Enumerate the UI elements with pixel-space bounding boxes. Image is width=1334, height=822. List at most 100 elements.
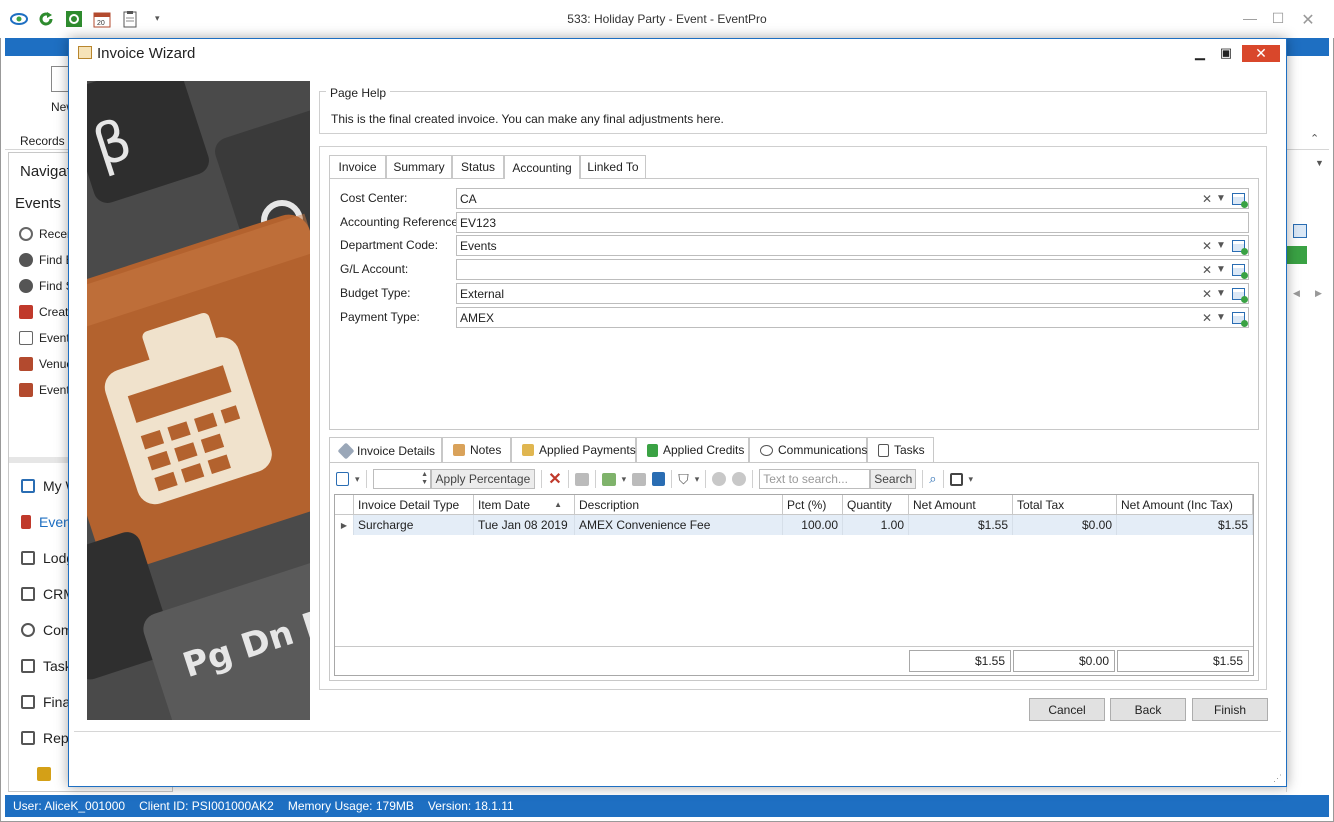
lookup-icon[interactable] (1293, 224, 1307, 238)
lookup-button[interactable] (1228, 260, 1248, 279)
dialog-close-button[interactable]: ✕ (1242, 45, 1280, 62)
cancel-button[interactable]: Cancel (1029, 698, 1105, 721)
copy-icon[interactable] (601, 472, 616, 486)
percentage-spinner[interactable]: ▲ ▼ (372, 469, 431, 489)
cell-net-amount[interactable]: $1.55 (909, 515, 1013, 535)
col-invoice-detail-type[interactable]: Invoice Detail Type (354, 495, 474, 515)
cell-description[interactable]: AMEX Convenience Fee (575, 515, 783, 535)
col-item-date[interactable]: Item Date ▲ (474, 495, 575, 515)
chevron-down-icon[interactable]: ▼ (1214, 240, 1228, 251)
cell-detail-type[interactable]: Surcharge (354, 515, 474, 535)
col-quantity[interactable]: Quantity (843, 495, 909, 515)
scroll-left-icon[interactable]: ◀ (1293, 288, 1300, 299)
search-input[interactable]: Text to search... (759, 469, 871, 489)
minimize-icon[interactable]: — (1240, 10, 1260, 28)
delete-icon[interactable]: ✕ (548, 469, 561, 489)
print-icon[interactable] (574, 472, 589, 486)
spinner-arrows-icon[interactable]: ▲ ▼ (420, 471, 430, 487)
col-pct[interactable]: Pct (%) (783, 495, 843, 515)
scroll-right-icon[interactable]: ▶ (1315, 288, 1322, 299)
module-financial[interactable]: Fina (21, 689, 70, 715)
tab-notes[interactable]: Notes (442, 437, 511, 462)
col-description[interactable]: Description (575, 495, 783, 515)
dropdown-icon[interactable]: ▼ (1315, 158, 1324, 168)
tab-applied-credits[interactable]: Applied Credits (636, 437, 749, 462)
back-button[interactable]: Back (1110, 698, 1186, 721)
cell-pct[interactable]: 100.00 (783, 515, 843, 535)
clear-icon[interactable]: ✕ (1200, 263, 1214, 277)
tab-invoice-details[interactable]: Invoice Details (329, 437, 442, 463)
budget-type-field[interactable]: External ✕ ▼ (456, 283, 1249, 304)
close-icon[interactable]: ✕ (1298, 10, 1318, 29)
nav-item-create[interactable]: Create (19, 301, 75, 323)
nav-item-event-calendar[interactable]: Event (19, 379, 70, 401)
dialog-maximize-icon[interactable]: ▣ (1216, 45, 1236, 61)
clear-icon[interactable]: ✕ (1200, 311, 1214, 325)
chevron-down-icon[interactable]: ▼ (1214, 193, 1228, 204)
module-tasks[interactable]: Task (21, 653, 72, 679)
tab-linked-to[interactable]: Linked To (580, 155, 646, 178)
col-net-amount-inc-tax[interactable]: Net Amount (Inc Tax) (1117, 495, 1253, 515)
chevron-down-icon[interactable]: ▼ (1214, 264, 1228, 275)
dialog-minimize-icon[interactable]: ▁ (1190, 45, 1210, 61)
tab-tasks[interactable]: Tasks (867, 437, 934, 462)
tab-status[interactable]: Status (452, 155, 504, 178)
module-crm[interactable]: CRM (21, 581, 75, 607)
tab-accounting[interactable]: Accounting (504, 155, 580, 179)
chevron-down-icon[interactable]: ▼ (1214, 312, 1228, 323)
table-row[interactable]: ▶ Surcharge Tue Jan 08 2019 AMEX Conveni… (335, 515, 1253, 535)
move-up-icon[interactable] (712, 472, 727, 486)
move-icon[interactable] (632, 472, 647, 486)
info-icon[interactable] (652, 472, 666, 486)
cell-item-date[interactable]: Tue Jan 08 2019 (474, 515, 575, 535)
chevron-down-icon[interactable]: ▾ (622, 474, 627, 485)
col-net-amount[interactable]: Net Amount (909, 495, 1013, 515)
toolbar-separator (541, 470, 543, 488)
chevron-down-icon[interactable]: ▾ (695, 474, 700, 485)
payment-type-field[interactable]: AMEX ✕ ▼ (456, 307, 1249, 328)
tab-invoice[interactable]: Invoice (329, 155, 386, 178)
module-communications[interactable]: Com (21, 617, 73, 643)
lookup-button[interactable] (1228, 236, 1248, 255)
col-total-tax[interactable]: Total Tax (1013, 495, 1117, 515)
collapse-ribbon-icon[interactable]: ⌃ (1310, 132, 1319, 145)
module-lodging[interactable]: Lodg (21, 545, 74, 571)
new-item-icon[interactable] (336, 472, 349, 486)
clear-icon[interactable]: ✕ (1200, 239, 1214, 253)
configure-icon[interactable] (37, 767, 51, 781)
tab-communications[interactable]: Communications (749, 437, 867, 462)
resize-grip-icon[interactable]: ⋰ (1273, 773, 1282, 784)
chevron-down-icon[interactable]: ▾ (355, 474, 360, 485)
clear-icon[interactable]: ✕ (1200, 192, 1214, 206)
nav-item-find-event[interactable]: Find E (19, 249, 74, 271)
chevron-down-icon[interactable]: ▾ (969, 474, 974, 485)
cell-net-amount-inc-tax[interactable]: $1.55 (1117, 515, 1253, 535)
clear-icon[interactable]: ✕ (1200, 287, 1214, 301)
filter-icon[interactable]: ⛉ (678, 471, 689, 488)
accounting-reference-field[interactable]: EV123 (456, 212, 1249, 233)
cost-center-field[interactable]: CA ✕ ▼ (456, 188, 1249, 209)
nav-item-event[interactable]: Event (19, 327, 70, 349)
search-button[interactable]: Search (870, 469, 917, 489)
tab-summary[interactable]: Summary (386, 155, 452, 178)
department-code-field[interactable]: Events ✕ ▼ (456, 235, 1249, 256)
apply-percentage-button[interactable]: Apply Percentage (430, 469, 536, 489)
move-down-icon[interactable] (732, 472, 747, 486)
save-icon[interactable] (949, 472, 963, 486)
lookup-button[interactable] (1228, 189, 1248, 208)
nav-item-venue[interactable]: Venue (19, 353, 73, 375)
chevron-down-icon[interactable]: ▼ (1214, 288, 1228, 299)
cell-quantity[interactable]: 1.00 (843, 515, 909, 535)
finish-button[interactable]: Finish (1192, 698, 1268, 721)
gl-account-field[interactable]: ✕ ▼ (456, 259, 1249, 280)
module-events[interactable]: Even (21, 509, 71, 535)
lookup-button[interactable] (1228, 284, 1248, 303)
cell-total-tax[interactable]: $0.00 (1013, 515, 1117, 535)
nav-item-recent[interactable]: Recen (19, 223, 74, 245)
lookup-button[interactable] (1228, 308, 1248, 327)
find-icon[interactable]: ⌕ (929, 471, 936, 487)
tab-applied-payments[interactable]: Applied Payments (511, 437, 636, 462)
nav-item-find-s[interactable]: Find S (19, 275, 74, 297)
maximize-icon[interactable]: ☐ (1268, 10, 1288, 28)
module-label: Fina (43, 694, 71, 710)
